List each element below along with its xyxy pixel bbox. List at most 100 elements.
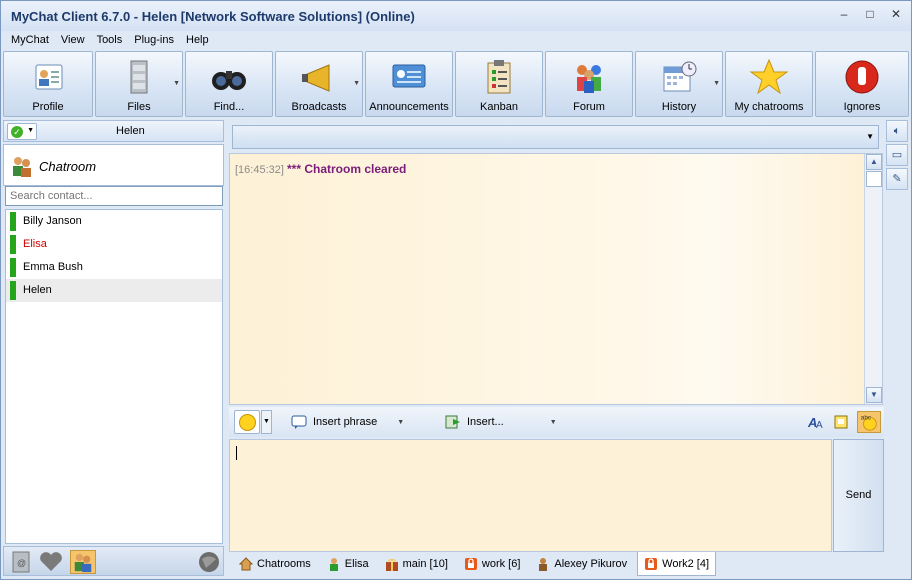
files-icon xyxy=(130,60,148,94)
status-selector[interactable]: ✓ ▼ xyxy=(7,123,37,140)
insert-button[interactable]: Insert... ▼ xyxy=(445,415,557,429)
message-time: [16:45:32] xyxy=(235,164,284,176)
profile-button[interactable]: Profile xyxy=(3,51,93,117)
monitor-icon[interactable]: ▭ xyxy=(886,144,908,166)
spellcheck-icon[interactable]: abc xyxy=(857,411,881,433)
tab-label: Alexey Pikurov xyxy=(554,558,628,570)
chatroom-users-tab-icon[interactable] xyxy=(70,550,96,574)
svg-text:abc: abc xyxy=(861,414,872,421)
tab-work[interactable]: work [6] xyxy=(458,553,527,575)
smiley-dropdown-icon[interactable]: ▼ xyxy=(261,410,272,434)
chatroom-header[interactable]: Chatroom xyxy=(3,144,224,186)
menu-mychat[interactable]: MyChat xyxy=(5,32,55,51)
tab-label: Chatrooms xyxy=(257,558,311,570)
contact-name: Emma Bush xyxy=(23,261,83,273)
broadcasts-button[interactable]: Broadcasts ▼ xyxy=(275,51,363,117)
svg-text:A: A xyxy=(816,420,823,431)
chat-panel: ▼ [16:45:32] *** Chatroom cleared ▲ ▼ ▼ … xyxy=(229,120,884,552)
main-toolbar: Profile Files ▼ Find... Broadcasts ▼ Ann… xyxy=(1,51,911,119)
heart-icon[interactable] xyxy=(38,550,64,574)
insert-phrase-button[interactable]: Insert phrase ▼ xyxy=(291,415,404,429)
tab-elisa[interactable]: Elisa xyxy=(321,553,375,575)
tools-icon[interactable]: ✎ xyxy=(886,168,908,190)
profile-icon xyxy=(35,64,63,90)
forum-button[interactable]: Forum xyxy=(545,51,633,117)
history-dropdown-icon[interactable]: ▼ xyxy=(713,80,720,87)
input-toolbar: ▼ Insert phrase ▼ Insert... ▼ AA abc xyxy=(229,407,884,437)
message-area: [16:45:32] *** Chatroom cleared ▲ ▼ xyxy=(229,153,883,405)
chevron-down-icon: ▼ xyxy=(397,418,405,426)
lock-icon xyxy=(645,557,658,570)
menu-help[interactable]: Help xyxy=(180,32,215,51)
contact-item[interactable]: Emma Bush xyxy=(6,256,222,279)
tab-work2[interactable]: Work2 [4] xyxy=(637,552,717,576)
tab-alexey-pikurov[interactable]: Alexey Pikurov xyxy=(530,553,633,575)
smiley-button[interactable] xyxy=(234,410,260,434)
window-title: MyChat Client 6.7.0 - Helen [Network Sof… xyxy=(11,9,415,24)
chevron-down-icon: ▼ xyxy=(549,418,557,426)
tab-label: Work2 [4] xyxy=(662,557,710,570)
search-contact-input[interactable] xyxy=(5,186,223,206)
my-chatrooms-button[interactable]: My chatrooms xyxy=(725,51,813,117)
close-button[interactable]: ✕ xyxy=(889,7,903,21)
maximize-button[interactable]: □ xyxy=(863,7,877,21)
clipboard-icon xyxy=(487,60,511,94)
contact-name: Elisa xyxy=(23,238,47,250)
files-button[interactable]: Files ▼ xyxy=(95,51,183,117)
contact-list: Billy Janson Elisa Emma Bush Helen xyxy=(5,209,223,544)
scroll-up-icon[interactable]: ▲ xyxy=(866,154,882,170)
profile-label: Profile xyxy=(32,101,64,113)
people-icon xyxy=(577,65,601,93)
left-bottom-toolbar: @ xyxy=(3,546,224,576)
menu-tools[interactable]: Tools xyxy=(91,32,129,51)
chatroom-users-icon xyxy=(13,157,31,177)
message-input[interactable] xyxy=(229,439,832,552)
ignores-button[interactable]: Ignores xyxy=(815,51,909,117)
title-bar: MyChat Client 6.7.0 - Helen [Network Sof… xyxy=(1,1,911,31)
announcements-button[interactable]: Announcements xyxy=(365,51,453,117)
message-scrollbar[interactable]: ▲ ▼ xyxy=(864,154,882,404)
my-chatrooms-label: My chatrooms xyxy=(734,101,804,113)
history-button[interactable]: History ▼ xyxy=(635,51,723,117)
broadcasts-dropdown-icon[interactable]: ▼ xyxy=(353,80,360,87)
status-indicator xyxy=(10,281,16,300)
menu-view[interactable]: View xyxy=(55,32,91,51)
contacts-panel: ✓ ▼ Helen Chatroom Billy Janson Elisa Em… xyxy=(3,120,224,576)
files-label: Files xyxy=(127,101,151,113)
kanban-button[interactable]: Kanban xyxy=(455,51,543,117)
find-button[interactable]: Find... xyxy=(185,51,273,117)
megaphone-icon xyxy=(302,64,330,92)
star-icon xyxy=(749,58,789,95)
tab-chatrooms[interactable]: Chatrooms xyxy=(233,553,317,575)
tab-label: work [6] xyxy=(481,558,521,570)
minimize-button[interactable]: – xyxy=(837,7,851,21)
ignores-label: Ignores xyxy=(843,101,881,113)
main-window: MyChat Client 6.7.0 - Helen [Network Sof… xyxy=(0,0,912,580)
scroll-thumb[interactable] xyxy=(866,171,882,187)
user-status-bar: ✓ ▼ Helen xyxy=(3,120,224,142)
tab-main[interactable]: main [10] xyxy=(379,553,454,575)
topic-selector[interactable]: ▼ xyxy=(232,125,879,149)
message: [16:45:32] *** Chatroom cleared xyxy=(235,162,406,176)
send-button[interactable]: Send xyxy=(833,439,884,552)
tab-label: Elisa xyxy=(344,558,369,570)
font-icon[interactable]: AA xyxy=(807,413,825,431)
address-book-icon[interactable]: @ xyxy=(8,550,34,574)
contact-item[interactable]: Elisa xyxy=(6,233,222,256)
message-text: *** Chatroom cleared xyxy=(287,162,407,176)
announcements-label: Announcements xyxy=(369,101,449,113)
gift-icon xyxy=(385,558,398,571)
chevron-down-icon: ▼ xyxy=(27,127,34,134)
sound-icon[interactable]: 🔈︎ xyxy=(886,120,908,142)
menu-plugins[interactable]: Plug-ins xyxy=(128,32,180,51)
files-dropdown-icon[interactable]: ▼ xyxy=(173,80,180,87)
find-label: Find... xyxy=(213,101,245,113)
menu-bar: MyChat View Tools Plug-ins Help xyxy=(1,32,911,51)
globe-icon[interactable] xyxy=(196,550,222,574)
note-icon[interactable] xyxy=(832,413,850,431)
text-caret xyxy=(236,446,237,460)
online-status-icon: ✓ xyxy=(11,126,23,138)
scroll-down-icon[interactable]: ▼ xyxy=(866,387,882,403)
contact-item[interactable]: Helen xyxy=(6,279,222,302)
contact-item[interactable]: Billy Janson xyxy=(6,210,222,233)
